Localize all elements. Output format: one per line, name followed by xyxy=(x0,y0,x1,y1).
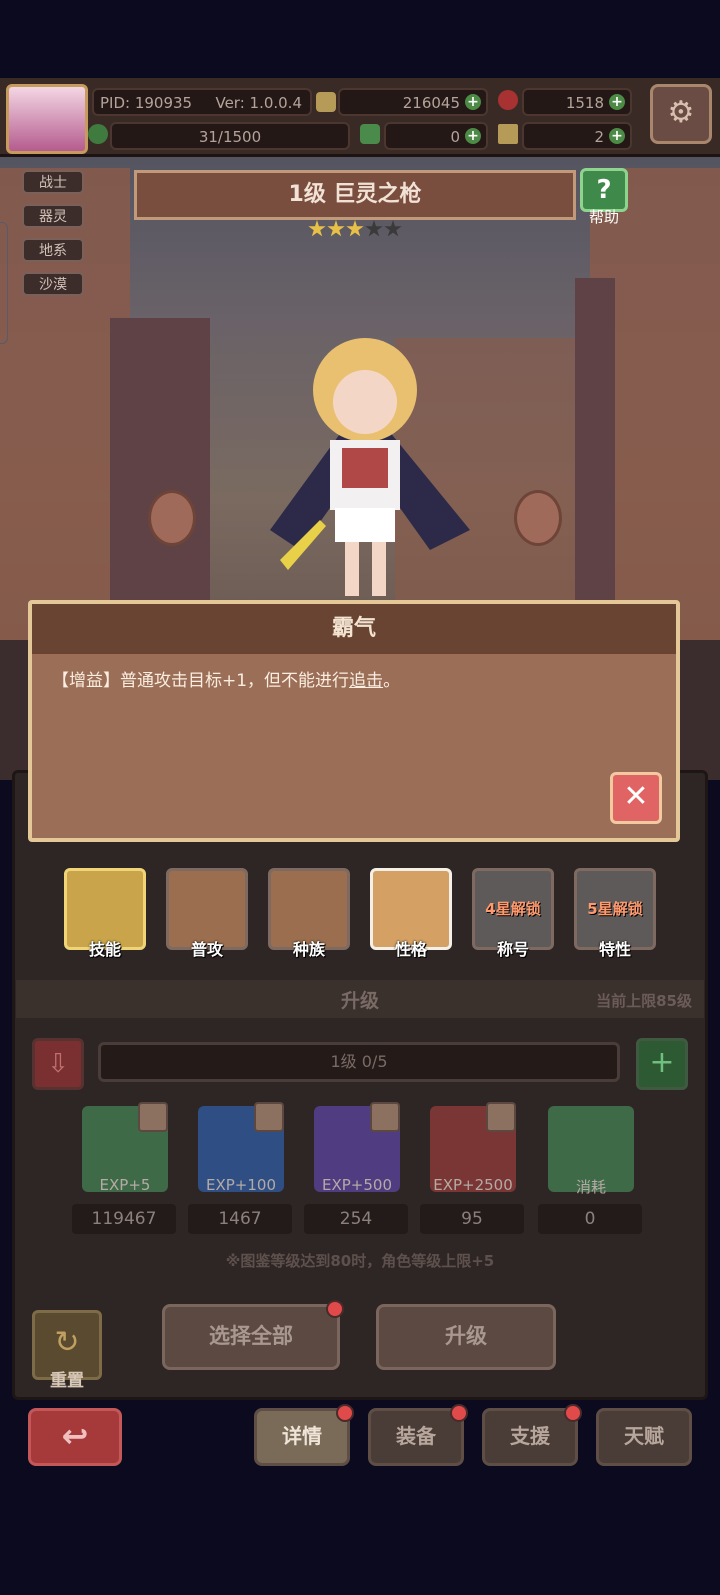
exp-item-500-label: EXP+500 xyxy=(322,1176,392,1194)
exp-item-100-label: EXP+100 xyxy=(206,1176,276,1194)
dialog-title: 霸气 xyxy=(32,604,676,654)
clover-icon xyxy=(360,124,380,144)
plus-icon: + xyxy=(649,1045,675,1080)
item-badge-icon xyxy=(486,1102,516,1132)
tab-trait-label: 特性 xyxy=(598,940,631,959)
tab-normal-attack-label: 普攻 xyxy=(190,940,223,959)
cost-item-count: 0 xyxy=(538,1204,642,1234)
prev-character-button[interactable] xyxy=(148,490,196,546)
return-arrow-icon: ↩ xyxy=(61,1417,89,1455)
settings-button[interactable]: ⚙ xyxy=(650,84,712,144)
notification-dot xyxy=(450,1404,468,1422)
tab-title-lock: 4星解锁 xyxy=(485,900,541,918)
tab-title-label: 称号 xyxy=(496,940,529,959)
item-badge-icon xyxy=(254,1102,284,1132)
exp-item-100-count: 1467 xyxy=(188,1204,292,1234)
version-text: Ver: 1.0.0.4 xyxy=(215,94,302,112)
tab-race-label: 种族 xyxy=(292,940,325,959)
dialog-description: 【增益】普通攻击目标+1，但不能进行追击。 xyxy=(52,668,662,694)
question-icon: ? xyxy=(596,175,612,205)
music-note-plus-icon[interactable]: + xyxy=(609,128,625,144)
tag-element: 地系 xyxy=(22,238,84,262)
exp-item-5-label: EXP+5 xyxy=(99,1176,151,1194)
nav-equipment-button[interactable]: 装备 xyxy=(368,1408,464,1466)
gem-icon xyxy=(498,90,518,110)
gem-plus-icon[interactable]: + xyxy=(609,94,625,110)
close-icon: ✕ xyxy=(623,779,649,814)
exp-item-500-count: 254 xyxy=(304,1204,408,1234)
exp-item-2500-count: 95 xyxy=(420,1204,524,1234)
character-panel xyxy=(12,770,708,1400)
nav-support-button[interactable]: 支援 xyxy=(482,1408,578,1466)
character-sprite xyxy=(270,338,470,596)
stamina-value: 31/1500 xyxy=(198,128,262,146)
level-cap-text: 当前上限85级 xyxy=(596,992,692,1010)
help-label: 帮助 xyxy=(588,208,619,226)
notification-dot xyxy=(326,1300,344,1318)
next-character-button[interactable] xyxy=(514,490,562,546)
nav-detail-button[interactable]: 详情 xyxy=(254,1408,350,1466)
tab-skill-label: 技能 xyxy=(88,940,121,959)
increase-button[interactable]: + xyxy=(636,1038,688,1090)
exp-item-2500-label: EXP+2500 xyxy=(433,1176,513,1194)
pid-version-box: PID: 190935 Ver: 1.0.0.4 xyxy=(92,88,312,116)
reset-label: 重置 xyxy=(50,1371,84,1391)
gem-value: 1518 xyxy=(565,94,604,112)
music-note-icon xyxy=(498,124,518,144)
nav-talent-button[interactable]: 天赋 xyxy=(596,1408,692,1466)
notification-dot xyxy=(336,1404,354,1422)
tag-class: 战士 xyxy=(22,170,84,194)
stamina-box: 31/1500 xyxy=(110,122,350,150)
tag-type: 器灵 xyxy=(22,204,84,228)
clover-plus-icon[interactable]: + xyxy=(465,128,481,144)
music-note-value: 2 xyxy=(594,128,604,146)
dialog-text-prefix: 【增益】普通攻击目标+1，但不能进行 xyxy=(52,671,350,691)
cost-item-label: 消耗 xyxy=(575,1178,606,1196)
dialog-text-suffix: 。 xyxy=(383,671,401,691)
stamina-icon xyxy=(88,124,108,144)
dialog-close-button[interactable]: ✕ xyxy=(610,772,662,824)
item-badge-icon xyxy=(138,1102,168,1132)
tag-terrain: 沙漠 xyxy=(22,272,84,296)
gold-coin-icon xyxy=(316,92,336,112)
tab-personality-label: 性格 xyxy=(394,940,427,959)
gear-icon: ⚙ xyxy=(667,95,695,130)
clover-value: 0 xyxy=(450,128,460,146)
side-handle[interactable] xyxy=(0,222,8,344)
tab-trait-lock: 5星解锁 xyxy=(587,900,643,918)
player-avatar[interactable] xyxy=(6,84,88,154)
level-cap-note: ※图鉴等级达到80时，角色等级上限+5 xyxy=(225,1252,495,1270)
download-icon: ⇩ xyxy=(47,1049,69,1079)
decrease-button[interactable]: ⇩ xyxy=(32,1038,84,1090)
chase-attack-link[interactable]: 追击 xyxy=(349,671,383,691)
gold-value: 216045 xyxy=(402,94,460,112)
exp-item-5-count: 119467 xyxy=(72,1204,176,1234)
refresh-icon: ↻ xyxy=(54,1325,80,1360)
notification-dot xyxy=(564,1404,582,1422)
pid-text: PID: 190935 xyxy=(100,94,193,112)
upgrade-button[interactable]: 升级 xyxy=(376,1304,556,1370)
gold-plus-icon[interactable]: + xyxy=(465,94,481,110)
item-badge-icon xyxy=(370,1102,400,1132)
character-name-banner: 1级 巨灵之枪 xyxy=(134,170,576,220)
back-button[interactable]: ↩ xyxy=(28,1408,122,1466)
level-progress: 1级 0/5 xyxy=(98,1042,620,1082)
select-all-button[interactable]: 选择全部 xyxy=(162,1304,340,1370)
